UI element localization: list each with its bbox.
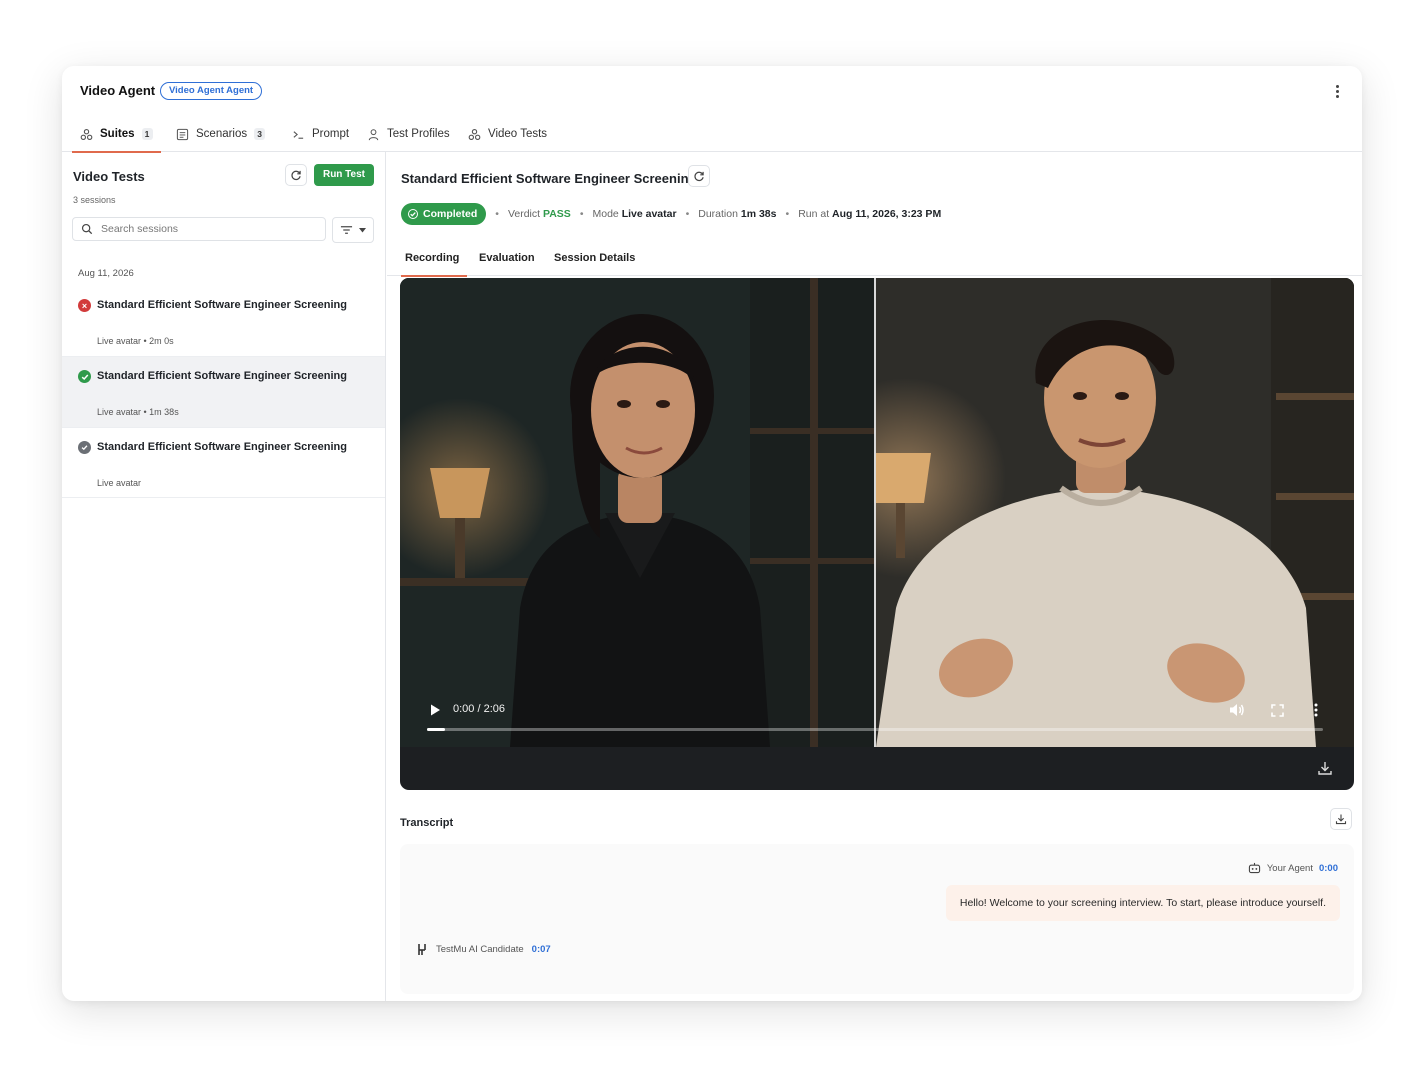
check-circle-icon (408, 209, 418, 219)
agent-badge: Video Agent Agent (160, 82, 263, 100)
woman-avatar-image (400, 278, 874, 747)
man-avatar-image (876, 278, 1354, 747)
sessions-sidebar: Video Tests 3 sessions Run Test Aug 11, … (62, 152, 386, 1001)
tab-test-profiles[interactable]: Test Profiles (367, 116, 450, 152)
download-icon (1335, 814, 1347, 825)
app-window: Video Agent Video Agent Agent Suites 1 S… (62, 66, 1362, 1001)
filter-button[interactable] (332, 217, 374, 243)
download-video-icon[interactable] (1317, 760, 1333, 776)
scenarios-count: 3 (254, 128, 266, 140)
video-more-icon[interactable] (1307, 701, 1325, 719)
more-options-icon[interactable] (1332, 83, 1342, 101)
prompt-icon (293, 130, 304, 139)
candidate-message-header: TestMu AI Candidate 0:07 (416, 943, 551, 956)
bot-icon (1248, 862, 1260, 874)
tab-suites-label: Suites (100, 128, 135, 140)
video-progress-fill (427, 728, 445, 731)
play-icon[interactable] (428, 703, 442, 717)
run-test-button[interactable]: Run Test (314, 164, 374, 186)
candidate-icon (418, 944, 426, 955)
tab-evaluation[interactable]: Evaluation (479, 244, 535, 276)
run-at: Run at Aug 11, 2026, 3:23 PM (798, 208, 942, 220)
session-detail-title: Standard Efficient Software Engineer Scr… (401, 171, 697, 186)
failed-status-icon: × (78, 299, 91, 312)
pending-status-icon (78, 441, 91, 454)
status-badge: Completed (401, 203, 487, 225)
candidate-timestamp[interactable]: 0:07 (532, 944, 551, 955)
volume-icon[interactable] (1228, 701, 1246, 719)
session-meta-row: Completed • Verdict PASS • Mode Live ava… (401, 203, 941, 225)
tab-suites[interactable]: Suites 1 (72, 116, 160, 153)
session-title: Standard Efficient Software Engineer Scr… (97, 441, 347, 453)
passed-status-icon (78, 370, 91, 383)
agent-speaker: Your Agent (1266, 862, 1313, 874)
tab-scenarios-label: Scenarios (196, 128, 248, 140)
scenarios-icon (176, 128, 189, 140)
duration-value: 1m 38s (740, 208, 777, 220)
mode-value: Live avatar (621, 208, 677, 220)
candidate-speaker: TestMu AI Candidate (436, 944, 524, 955)
video-time: 0:00 / 2:06 (453, 703, 505, 715)
tab-prompt-label: Prompt (312, 128, 350, 140)
agent-timestamp[interactable]: 0:00 (1319, 863, 1338, 874)
refresh-session-button[interactable] (688, 165, 710, 187)
fullscreen-icon[interactable] (1268, 701, 1286, 719)
mode: Mode Live avatar (592, 208, 677, 220)
video-progress-bar[interactable] (427, 728, 1323, 731)
app-title: Video Agent (80, 83, 156, 98)
tab-session-details[interactable]: Session Details (554, 244, 635, 276)
video-controls: 0:00 / 2:06 (400, 694, 1354, 734)
tab-video-tests-label: Video Tests (488, 128, 548, 140)
refresh-icon (291, 170, 301, 181)
profile-icon (368, 128, 379, 140)
verdict: Verdict PASS (507, 208, 571, 220)
agent-video-pane (400, 278, 874, 747)
refresh-icon (694, 171, 704, 182)
candidate-video-pane (876, 278, 1354, 747)
session-meta: Live avatar (97, 478, 142, 488)
session-title: Standard Efficient Software Engineer Scr… (97, 370, 347, 382)
filter-icon (340, 226, 353, 234)
tab-scenarios[interactable]: Scenarios 3 (176, 116, 266, 152)
session-item[interactable]: Standard Efficient Software Engineer Scr… (62, 428, 385, 498)
session-detail: Standard Efficient Software Engineer Scr… (387, 152, 1362, 1001)
session-meta: Live avatar • 1m 38s (97, 407, 179, 417)
app-header: Video Agent Video Agent Agent (62, 66, 1362, 116)
download-transcript-button[interactable] (1330, 808, 1352, 830)
separator-dot: • (579, 208, 584, 220)
tab-video-tests[interactable]: Video Tests (468, 116, 547, 152)
run-at-value: Aug 11, 2026, 3:23 PM (832, 208, 942, 220)
session-item-selected[interactable]: Standard Efficient Software Engineer Scr… (62, 357, 385, 428)
agent-message: Hello! Welcome to your screening intervi… (945, 885, 1340, 921)
tab-recording[interactable]: Recording (400, 244, 468, 277)
chevron-down-icon (359, 227, 366, 232)
detail-tabs: Recording Evaluation Session Details (387, 244, 1362, 277)
transcript-title: Transcript (400, 817, 454, 829)
search-input[interactable] (101, 223, 301, 235)
video-player[interactable]: 0:00 / 2:06 (400, 278, 1354, 790)
verdict-value: PASS (542, 208, 571, 220)
session-count: 3 sessions (73, 195, 116, 205)
tab-prompt[interactable]: Prompt (292, 116, 349, 152)
search-sessions (72, 217, 326, 241)
duration: Duration 1m 38s (698, 208, 777, 220)
separator-dot: • (785, 208, 790, 220)
transcript-panel: Your Agent 0:00 Hello! Welcome to your s… (400, 844, 1354, 994)
tab-test-profiles-label: Test Profiles (387, 128, 450, 140)
refresh-sessions-button[interactable] (285, 164, 307, 186)
nav-tabs: Suites 1 Scenarios 3 Prompt Test Profile… (62, 116, 1362, 153)
suites-count: 1 (141, 128, 153, 140)
session-meta: Live avatar • 2m 0s (97, 336, 174, 346)
separator-dot: • (495, 208, 499, 220)
suites-icon (80, 128, 93, 140)
session-item[interactable]: × Standard Efficient Software Engineer S… (62, 286, 385, 357)
video-tests-icon (468, 128, 481, 140)
session-title: Standard Efficient Software Engineer Scr… (97, 299, 347, 311)
agent-message-header: Your Agent 0:00 (1248, 862, 1338, 874)
separator-dot: • (685, 208, 690, 220)
status-text: Completed (423, 208, 478, 220)
search-icon (81, 223, 93, 235)
date-group-label: Aug 11, 2026 (78, 268, 134, 279)
sidebar-title: Video Tests (73, 169, 145, 184)
